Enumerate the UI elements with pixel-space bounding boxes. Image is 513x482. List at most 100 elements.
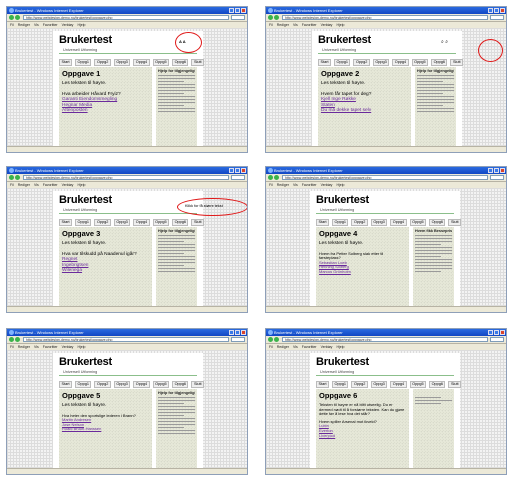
minimize-icon[interactable] <box>229 330 234 335</box>
url-field[interactable]: http://www.webdesign-demo.no/brukertest/… <box>23 15 229 20</box>
magnifier-icon[interactable]: ⌕ ⌕ <box>441 39 448 45</box>
tab-oppg5[interactable]: Oppg5 <box>409 381 427 388</box>
tab-oppg1[interactable]: Oppg1 <box>332 381 349 388</box>
url-field[interactable]: http://www.webdesign-demo.no/brukertest/… <box>23 337 229 342</box>
tab-oppg3[interactable]: Oppg3 <box>372 59 390 66</box>
tab-oppg6[interactable]: Oppg6 <box>429 381 446 388</box>
search-field[interactable] <box>490 15 504 20</box>
tab-slutt[interactable]: Slutt <box>448 381 462 388</box>
tab-oppg4[interactable]: Oppg4 <box>390 219 407 226</box>
tab-oppg5[interactable]: Oppg5 <box>152 381 170 388</box>
search-field[interactable] <box>231 15 245 20</box>
forward-icon[interactable] <box>15 15 20 20</box>
back-icon[interactable] <box>9 15 14 20</box>
window-controls[interactable] <box>488 8 505 13</box>
answer-link[interactable]: Marcus Grönholm <box>319 269 406 275</box>
tab-oppg5[interactable]: Oppg5 <box>411 59 429 66</box>
url-field[interactable]: http://www.webdesign-demo.no/brukertest/… <box>282 175 488 180</box>
window-controls[interactable] <box>488 330 505 335</box>
window-controls[interactable] <box>229 330 246 335</box>
tab-start[interactable]: Start <box>59 381 73 388</box>
tab-slutt[interactable]: Slutt <box>191 59 205 66</box>
tab-oppg1[interactable]: Oppg1 <box>75 381 92 388</box>
answer-link[interactable]: Wilenega <box>62 268 149 274</box>
tab-oppg3[interactable]: Oppg3 <box>113 219 131 226</box>
maximize-icon[interactable] <box>494 168 499 173</box>
tab-oppg4[interactable]: Oppg4 <box>390 381 407 388</box>
tab-oppg5[interactable]: Oppg5 <box>409 219 427 226</box>
tab-start[interactable]: Start <box>316 381 330 388</box>
tab-oppg2[interactable]: Oppg2 <box>353 59 370 66</box>
tab-oppg3[interactable]: Oppg3 <box>370 219 388 226</box>
minimize-icon[interactable] <box>488 8 493 13</box>
minimize-icon[interactable] <box>229 168 234 173</box>
tab-oppg3[interactable]: Oppg3 <box>113 381 131 388</box>
tab-oppg4[interactable]: Oppg4 <box>133 59 150 66</box>
minimize-icon[interactable] <box>229 8 234 13</box>
tab-oppg1[interactable]: Oppg1 <box>332 219 349 226</box>
tab-start[interactable]: Start <box>59 219 73 226</box>
tab-oppg4[interactable]: Oppg4 <box>133 219 150 226</box>
window-controls[interactable] <box>229 168 246 173</box>
url-field[interactable]: http://www.webdesign-demo.no/brukertest/… <box>282 337 488 342</box>
search-field[interactable] <box>231 175 245 180</box>
tab-slutt[interactable]: Slutt <box>448 219 462 226</box>
tab-start[interactable]: Start <box>316 219 330 226</box>
answer-link[interactable]: Du må dekke tapet selv <box>321 108 408 114</box>
tab-oppg6[interactable]: Oppg6 <box>172 219 189 226</box>
tab-oppg2[interactable]: Oppg2 <box>351 381 368 388</box>
tab-oppg4[interactable]: Oppg4 <box>133 381 150 388</box>
close-icon[interactable] <box>241 168 246 173</box>
back-icon[interactable] <box>9 175 14 180</box>
forward-icon[interactable] <box>15 175 20 180</box>
forward-icon[interactable] <box>15 337 20 342</box>
tab-oppg5[interactable]: Oppg5 <box>152 219 170 226</box>
forward-icon[interactable] <box>274 175 279 180</box>
tab-slutt[interactable]: Slutt <box>191 219 205 226</box>
forward-icon[interactable] <box>274 337 279 342</box>
tab-oppg1[interactable]: Oppg1 <box>334 59 351 66</box>
window-controls[interactable] <box>488 168 505 173</box>
back-icon[interactable] <box>268 337 273 342</box>
search-field[interactable] <box>490 337 504 342</box>
answer-link[interactable]: Aftenposten <box>62 108 149 114</box>
maximize-icon[interactable] <box>494 330 499 335</box>
tab-oppg6[interactable]: Oppg6 <box>172 59 189 66</box>
tab-start[interactable]: Start <box>318 59 332 66</box>
tab-oppg6[interactable]: Oppg6 <box>431 59 448 66</box>
answer-link[interactable]: Liverpool <box>319 433 406 439</box>
tab-start[interactable]: Start <box>59 59 73 66</box>
close-icon[interactable] <box>500 330 505 335</box>
back-icon[interactable] <box>268 15 273 20</box>
maximize-icon[interactable] <box>494 8 499 13</box>
tab-oppg2[interactable]: Oppg2 <box>94 219 111 226</box>
url-field[interactable]: http://www.webdesign-demo.no/brukertest/… <box>282 15 488 20</box>
tab-oppg6[interactable]: Oppg6 <box>429 219 446 226</box>
tab-oppg3[interactable]: Oppg3 <box>113 59 131 66</box>
tab-oppg2[interactable]: Oppg2 <box>351 219 368 226</box>
url-field[interactable]: http://www.webdesign-demo.no/brukertest/… <box>23 175 229 180</box>
tab-slutt[interactable]: Slutt <box>450 59 464 66</box>
tab-oppg2[interactable]: Oppg2 <box>94 59 111 66</box>
minimize-icon[interactable] <box>488 168 493 173</box>
back-icon[interactable] <box>9 337 14 342</box>
window-controls[interactable] <box>229 8 246 13</box>
tab-oppg6[interactable]: Oppg6 <box>172 381 189 388</box>
tab-oppg1[interactable]: Oppg1 <box>75 219 92 226</box>
answer-link[interactable]: Roald Bruun-Hanssen <box>62 427 149 432</box>
close-icon[interactable] <box>500 168 505 173</box>
search-field[interactable] <box>490 175 504 180</box>
minimize-icon[interactable] <box>488 330 493 335</box>
maximize-icon[interactable] <box>235 330 240 335</box>
close-icon[interactable] <box>500 8 505 13</box>
tab-slutt[interactable]: Slutt <box>191 381 205 388</box>
tab-oppg2[interactable]: Oppg2 <box>94 381 111 388</box>
tab-oppg4[interactable]: Oppg4 <box>392 59 409 66</box>
tab-oppg1[interactable]: Oppg1 <box>75 59 92 66</box>
forward-icon[interactable] <box>274 15 279 20</box>
maximize-icon[interactable] <box>235 8 240 13</box>
tab-oppg3[interactable]: Oppg3 <box>370 381 388 388</box>
maximize-icon[interactable] <box>235 168 240 173</box>
close-icon[interactable] <box>241 330 246 335</box>
tab-oppg5[interactable]: Oppg5 <box>152 59 170 66</box>
